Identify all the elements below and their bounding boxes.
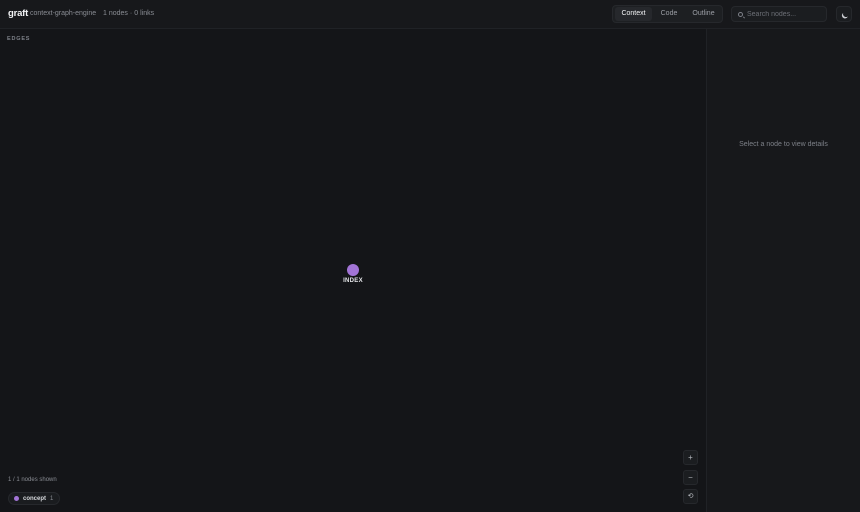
reset-view-button[interactable]: ⟲ bbox=[683, 489, 698, 504]
project-name: context-graph-engine bbox=[30, 10, 97, 17]
graph-canvas[interactable]: EDGES INDEX 1 / 1 nodes shown concept 1 … bbox=[0, 29, 706, 512]
view-tabs: Context Code Outline bbox=[612, 5, 723, 23]
details-empty-message: Select a node to view details bbox=[739, 141, 828, 148]
node-count: 1 nodes bbox=[103, 10, 128, 17]
search-box bbox=[731, 6, 827, 22]
edges-label: EDGES bbox=[7, 36, 31, 42]
tab-outline[interactable]: Outline bbox=[686, 7, 721, 21]
nodes-shown-count: 1 / 1 nodes shown bbox=[8, 477, 57, 483]
link-count: 0 links bbox=[134, 10, 155, 17]
app-logo: graft bbox=[8, 8, 29, 19]
theme-toggle-button[interactable] bbox=[836, 6, 852, 22]
top-bar: graft context-graph-engine 1 nodes · 0 lin… bbox=[0, 0, 860, 29]
moon-icon bbox=[842, 10, 850, 18]
graph-node[interactable] bbox=[347, 264, 359, 276]
search-icon bbox=[738, 12, 743, 17]
tab-context[interactable]: Context bbox=[615, 7, 652, 21]
search-input[interactable] bbox=[747, 8, 825, 21]
details-panel: Select a node to view details bbox=[707, 29, 860, 512]
zoom-out-button[interactable]: − bbox=[683, 470, 698, 485]
legend-item-count: 1 bbox=[50, 495, 54, 502]
legend-color-dot bbox=[14, 496, 19, 501]
zoom-in-button[interactable]: + bbox=[683, 450, 698, 465]
legend-item-label: concept bbox=[23, 495, 47, 502]
graph-node-label: INDEX bbox=[343, 278, 363, 284]
tab-code[interactable]: Code bbox=[654, 7, 684, 21]
legend-item-concept[interactable]: concept 1 bbox=[8, 492, 61, 505]
graph-stats: 1 nodes · 0 links bbox=[103, 10, 154, 17]
stats-separator: · bbox=[129, 10, 133, 17]
